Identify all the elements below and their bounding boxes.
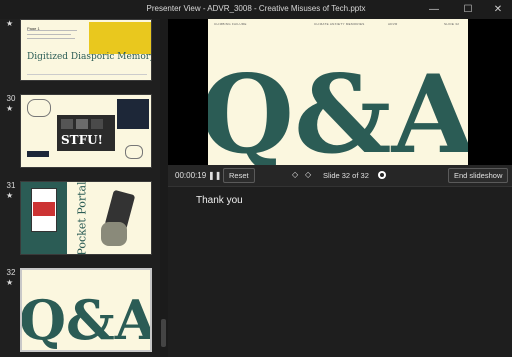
slide-header-right: ADVR [388, 22, 398, 26]
phone-image [33, 202, 55, 216]
close-button[interactable]: ✕ [488, 2, 508, 17]
star-icon: ★ [6, 19, 14, 28]
thumbnail-title: STFU! [61, 133, 103, 147]
pause-icon[interactable]: ❚❚ [208, 171, 221, 180]
record-icon[interactable] [378, 171, 386, 179]
photo-cell [61, 119, 73, 129]
slide-thumbnail[interactable]: Q&A [20, 268, 152, 352]
slide-thumbnail[interactable]: Page 1 Digitized Diasporic Memory [20, 19, 152, 81]
thumbnail-title: Digitized Diasporic Memory [27, 52, 152, 62]
end-slideshow-button[interactable]: End slideshow [448, 168, 509, 183]
yellow-image [89, 22, 151, 54]
slide-header-left: CLIMBING FAILURE [214, 22, 247, 26]
slide-number-label: SLIDE 32 [444, 22, 460, 26]
screen-image [117, 99, 149, 129]
presenter-main: CLIMBING FAILURE CLIMATE ANXIETY MEMORIE… [168, 19, 512, 357]
thumbnail-scrollbar[interactable] [160, 19, 168, 357]
photo-cell [76, 119, 88, 129]
previous-slide-icon[interactable]: ◇ [292, 170, 298, 179]
thumbnail-title: Pocket Portal [75, 181, 89, 255]
slide-thumbnail-panel: ★ Page 1 Digitized Diasporic Memory 30 ★… [0, 19, 160, 357]
slide-thumbnail[interactable]: Pocket Portal [20, 181, 152, 255]
vertical-title: Pocket Portal [67, 182, 89, 254]
slide-big-text: Q&A [208, 52, 468, 165]
text-line [27, 34, 71, 35]
star-icon: ★ [6, 191, 14, 200]
slide-counter: Slide 32 of 32 [323, 171, 369, 180]
next-slide-icon[interactable]: ◇ [305, 170, 311, 179]
minimize-button[interactable]: — [424, 2, 444, 17]
sketch-drawing [125, 145, 143, 159]
star-icon: ★ [6, 278, 14, 287]
speaker-notes[interactable]: Thank you [168, 187, 512, 357]
sketch-drawing [27, 99, 51, 117]
control-bar: 00:00:19 ❚❚ Reset ◇ ◇ Slide 32 of 32 End… [168, 165, 512, 187]
current-slide: CLIMBING FAILURE CLIMATE ANXIETY MEMORIE… [208, 19, 468, 165]
thumbnail-title: Q&A [20, 288, 152, 352]
maximize-button[interactable]: ☐ [458, 2, 478, 17]
text-line [27, 30, 77, 31]
caption-box [27, 151, 49, 157]
scrollbar-thumb[interactable] [161, 319, 166, 347]
slide-thumbnail[interactable]: STFU! [20, 94, 152, 168]
elapsed-timer: 00:00:19 [175, 171, 207, 180]
reset-button[interactable]: Reset [223, 168, 255, 183]
notes-text: Thank you [196, 195, 243, 206]
slide-header-mid: CLIMATE ANXIETY MEMORIES [314, 22, 365, 26]
divider [27, 74, 147, 75]
title-bar: Presenter View - ADVR_3008 - Creative Mi… [0, 0, 512, 19]
slide-number: 30 [6, 94, 16, 103]
star-icon: ★ [6, 104, 14, 113]
photo-cell [91, 119, 103, 129]
slide-number: 31 [6, 181, 16, 190]
text-line [27, 38, 75, 39]
slide-preview: CLIMBING FAILURE CLIMATE ANXIETY MEMORIE… [168, 19, 512, 165]
slide-number: 32 [6, 268, 16, 277]
hand-image [101, 222, 127, 246]
